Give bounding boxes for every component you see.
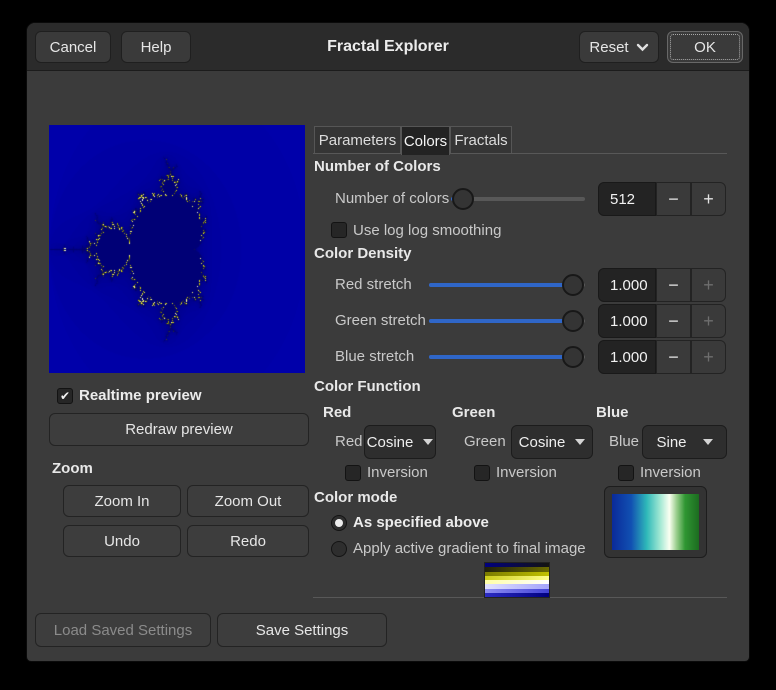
ok-button[interactable]: OK: [667, 31, 743, 63]
number-of-colors-increment-button[interactable]: +: [691, 182, 726, 216]
help-button[interactable]: Help: [121, 31, 191, 63]
realtime-preview-label: Realtime preview: [79, 387, 202, 405]
checkmark-icon: ✔: [60, 390, 70, 402]
number-of-colors-heading: Number of Colors: [314, 158, 441, 175]
loglog-smoothing-checkbox[interactable]: ✔: [331, 222, 347, 238]
blue-channel-heading: Blue: [596, 404, 629, 421]
screen: Cancel Help Fractal Explorer Reset OK ✔ …: [0, 0, 776, 690]
slider-thumb[interactable]: [562, 310, 584, 332]
slider-fill: [429, 283, 573, 287]
tab-fractals[interactable]: Fractals: [450, 126, 512, 154]
fractal-explorer-dialog: Cancel Help Fractal Explorer Reset OK ✔ …: [26, 22, 750, 662]
green-stretch-decrement-button[interactable]: −: [656, 304, 691, 338]
green-stretch-label: Green stretch: [335, 312, 426, 330]
blue-inversion-label: Inversion: [640, 464, 701, 482]
number-of-colors-slider[interactable]: [451, 182, 585, 216]
blue-inversion-checkbox[interactable]: ✔: [618, 465, 634, 481]
blue-stretch-decrement-button[interactable]: −: [656, 340, 691, 374]
zoom-out-button[interactable]: Zoom Out: [187, 485, 309, 517]
chevron-down-icon: [636, 43, 649, 52]
red-stretch-slider[interactable]: [429, 268, 585, 302]
reset-label: Reset: [589, 39, 628, 56]
red-stretch-increment-button[interactable]: +: [691, 268, 726, 302]
dropdown-arrow-icon: [423, 439, 433, 445]
mode-as-specified-label: As specified above: [353, 514, 489, 532]
slider-thumb[interactable]: [562, 274, 584, 296]
loglog-smoothing-label: Use log log smoothing: [353, 222, 501, 240]
red-inversion-checkbox[interactable]: ✔: [345, 465, 361, 481]
red-stretch-value[interactable]: 1.000: [598, 268, 656, 302]
green-channel-heading: Green: [452, 404, 495, 421]
save-settings-button[interactable]: Save Settings: [217, 613, 387, 647]
green-stretch-increment-button[interactable]: +: [691, 304, 726, 338]
tab-parameters[interactable]: Parameters: [314, 126, 401, 154]
color-mode-heading: Color mode: [314, 489, 397, 506]
green-inversion-checkbox[interactable]: ✔: [474, 465, 490, 481]
plus-icon: +: [703, 311, 714, 332]
tab-colors[interactable]: Colors: [401, 126, 450, 155]
blue-function-dropdown[interactable]: Sine: [642, 425, 727, 459]
slider-fill: [429, 355, 573, 359]
zoom-heading: Zoom: [52, 460, 93, 477]
red-stretch-label: Red stretch: [335, 276, 412, 294]
blue-stretch-value[interactable]: 1.000: [598, 340, 656, 374]
redraw-preview-button[interactable]: Redraw preview: [49, 413, 309, 446]
colormap-preview: [484, 562, 550, 598]
red-stretch-decrement-button[interactable]: −: [656, 268, 691, 302]
redo-button[interactable]: Redo: [187, 525, 309, 557]
active-gradient-button[interactable]: [604, 486, 707, 558]
tabbar-underline: [313, 153, 727, 154]
minus-icon: −: [668, 347, 679, 368]
mode-gradient-radio[interactable]: [331, 541, 347, 557]
colormap-row: [485, 593, 549, 597]
slider-thumb[interactable]: [452, 188, 474, 210]
realtime-preview-checkbox[interactable]: ✔: [57, 388, 73, 404]
dropdown-arrow-icon: [703, 439, 713, 445]
zoom-in-button[interactable]: Zoom In: [63, 485, 181, 517]
green-function-dropdown[interactable]: Cosine: [511, 425, 593, 459]
blue-function-label: Blue: [609, 433, 639, 451]
number-of-colors-value[interactable]: 512: [598, 182, 656, 216]
red-function-label: Red: [335, 433, 363, 451]
red-channel-heading: Red: [323, 404, 351, 421]
minus-icon: −: [668, 189, 679, 210]
green-inversion-label: Inversion: [496, 464, 557, 482]
load-saved-settings-button[interactable]: Load Saved Settings: [35, 613, 211, 647]
cancel-button[interactable]: Cancel: [35, 31, 111, 63]
plus-icon: +: [703, 189, 714, 210]
blue-stretch-increment-button[interactable]: +: [691, 340, 726, 374]
undo-button[interactable]: Undo: [63, 525, 181, 557]
slider-fill: [429, 319, 573, 323]
blue-stretch-slider[interactable]: [429, 340, 585, 374]
blue-function-value: Sine: [656, 434, 686, 451]
dropdown-arrow-icon: [575, 439, 585, 445]
plus-icon: +: [703, 347, 714, 368]
titlebar: Cancel Help Fractal Explorer Reset OK: [27, 23, 749, 71]
number-of-colors-label: Number of colors: [335, 190, 449, 208]
mode-gradient-label: Apply active gradient to final image: [353, 540, 586, 558]
minus-icon: −: [668, 311, 679, 332]
green-function-label: Green: [464, 433, 506, 451]
color-function-heading: Color Function: [314, 378, 421, 395]
mode-as-specified-radio[interactable]: [331, 515, 347, 531]
fractal-preview[interactable]: [49, 125, 305, 373]
red-inversion-label: Inversion: [367, 464, 428, 482]
green-stretch-slider[interactable]: [429, 304, 585, 338]
green-function-value: Cosine: [519, 434, 566, 451]
slider-thumb[interactable]: [562, 346, 584, 368]
green-stretch-value[interactable]: 1.000: [598, 304, 656, 338]
plus-icon: +: [703, 275, 714, 296]
red-function-value: Cosine: [367, 434, 414, 451]
minus-icon: −: [668, 275, 679, 296]
number-of-colors-decrement-button[interactable]: −: [656, 182, 691, 216]
gradient-preview-swatch: [612, 494, 699, 550]
red-function-dropdown[interactable]: Cosine: [364, 425, 436, 459]
color-density-heading: Color Density: [314, 245, 412, 262]
reset-button[interactable]: Reset: [579, 31, 659, 63]
blue-stretch-label: Blue stretch: [335, 348, 414, 366]
